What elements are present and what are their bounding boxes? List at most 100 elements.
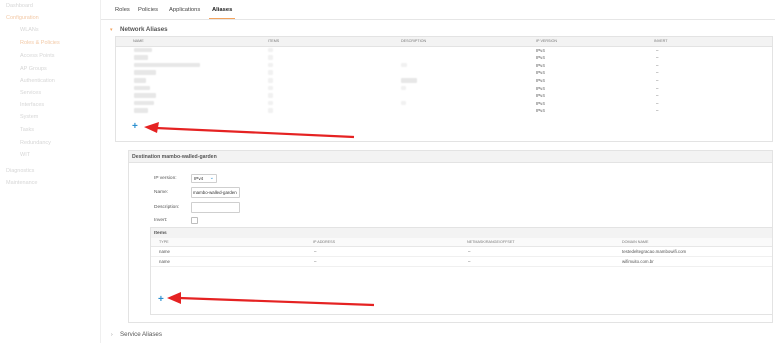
table-row[interactable]: IPv4 – (116, 99, 772, 107)
ip-version-cell: IPv4 (536, 62, 545, 68)
destination-details-panel: Destination mambo-walled-garden IP versi… (128, 150, 773, 323)
redacted-items (268, 100, 273, 106)
netmask-cell: – (468, 258, 471, 264)
table-row[interactable]: name – – wifimuito.com.br (151, 256, 772, 267)
column-header-name[interactable]: NAME (133, 39, 144, 43)
tab-roles[interactable]: Roles (115, 7, 130, 13)
items-table: Items TYPE IP ADDRESS NETMASK/RANGE/OFFS… (150, 227, 773, 315)
name-label: Name: (154, 190, 169, 195)
sidebar-item-tasks[interactable]: Tasks (20, 127, 34, 133)
redacted-items (268, 85, 273, 91)
invert-checkbox[interactable] (191, 217, 198, 224)
service-aliases-title[interactable]: Service Aliases (120, 331, 162, 338)
ip-cell: – (314, 258, 317, 264)
ip-version-cell: IPv4 (536, 85, 545, 91)
redacted-items (268, 70, 273, 76)
tab-aliases[interactable]: Aliases (212, 7, 232, 13)
type-cell: name (159, 248, 170, 254)
column-header-netmask[interactable]: NETMASK/RANGE/OFFSET (467, 240, 515, 244)
redacted-name (134, 100, 154, 106)
invert-cell: – (656, 108, 659, 114)
tabs-divider (101, 19, 775, 20)
sidebar-item-redundancy[interactable]: Redundancy (20, 140, 51, 146)
invert-cell: – (656, 70, 659, 76)
column-header-domain-name[interactable]: DOMAIN NAME (622, 240, 648, 244)
table-row[interactable]: IPv4 – (116, 76, 772, 84)
redacted-items (268, 47, 273, 53)
redacted-description (401, 77, 417, 83)
column-header-items[interactable]: ITEMS (268, 39, 279, 43)
redacted-items (268, 77, 273, 83)
tab-applications[interactable]: Applications (169, 7, 200, 13)
table-row[interactable]: IPv4 – (116, 92, 772, 100)
sidebar-item-configuration[interactable]: Configuration (6, 15, 39, 21)
table-row[interactable]: IPv4 – (116, 84, 772, 92)
invert-cell: – (656, 100, 659, 106)
expand-chevron-icon[interactable]: › (111, 332, 113, 338)
ip-version-cell: IPv4 (536, 47, 545, 53)
ip-version-value: IPv4 (194, 176, 204, 181)
invert-cell: – (656, 55, 659, 61)
table-row[interactable]: IPv4 – (116, 61, 772, 69)
redacted-description (401, 85, 406, 91)
redacted-name (134, 70, 156, 76)
redacted-name (134, 55, 148, 60)
sidebar-item-access-points[interactable]: Access Points (20, 53, 55, 59)
redacted-items (268, 62, 273, 68)
chevron-down-icon: ⌄ (209, 175, 214, 181)
column-header-ip-address[interactable]: IP ADDRESS (313, 240, 335, 244)
redacted-name (134, 108, 148, 114)
invert-cell: – (656, 62, 659, 68)
redacted-items (268, 93, 273, 98)
add-alias-button[interactable]: + (132, 122, 138, 132)
sidebar-item-services[interactable]: Services (20, 90, 41, 96)
sidebar-item-interfaces[interactable]: Interfaces (20, 102, 44, 108)
table-row[interactable]: IPv4 – (116, 54, 772, 62)
ip-version-cell: IPv4 (536, 108, 545, 114)
domain-cell: testedeltegracao.mambowifi.com (622, 248, 687, 254)
column-header-description[interactable]: DESCRIPTION (401, 39, 426, 43)
sidebar-item-ap-groups[interactable]: AP Groups (20, 66, 47, 72)
invert-cell: – (656, 93, 659, 99)
sidebar-item-authentication[interactable]: Authentication (20, 78, 55, 84)
sidebar-item-roles-policies[interactable]: Roles & Policies (20, 40, 60, 46)
ip-version-label: IP version: (154, 176, 177, 181)
collapse-chevron-icon[interactable]: ▾ (110, 27, 113, 33)
redacted-name (134, 62, 200, 68)
name-field[interactable]: mambo-walled-garden (191, 187, 240, 198)
network-aliases-title[interactable]: Network Aliases (120, 26, 168, 33)
invert-cell: – (656, 47, 659, 53)
table-row[interactable]: IPv4 – (116, 107, 772, 115)
invert-label: Invert: (154, 218, 168, 223)
sidebar-item-dashboard[interactable]: Dashboard (6, 3, 33, 9)
table-row[interactable]: IPv4 – (116, 46, 772, 54)
ip-version-select[interactable]: IPv4 ⌄ (191, 174, 217, 183)
network-aliases-table: NAME ITEMS DESCRIPTION IP VERSION INVERT… (115, 36, 773, 142)
column-header-ip-version[interactable]: IP VERSION (536, 39, 557, 43)
domain-cell: wifimuito.com.br (622, 258, 654, 264)
sidebar: Dashboard Configuration WLANs Roles & Po… (0, 0, 100, 343)
redacted-name (134, 77, 146, 83)
sidebar-item-maintenance[interactable]: Maintenance (6, 180, 38, 186)
tab-policies[interactable]: Policies (138, 7, 158, 13)
type-cell: name (159, 258, 170, 264)
invert-cell: – (656, 85, 659, 91)
sidebar-item-diagnostics[interactable]: Diagnostics (6, 168, 34, 174)
redacted-name (134, 47, 152, 53)
items-title: Items (154, 231, 167, 236)
column-header-invert[interactable]: INVERT (654, 39, 667, 43)
description-field[interactable] (191, 202, 240, 213)
redacted-description (401, 100, 406, 106)
ip-version-cell: IPv4 (536, 93, 545, 99)
sidebar-item-wit[interactable]: WIT (20, 152, 30, 158)
sidebar-item-wlans[interactable]: WLANs (20, 27, 39, 33)
sidebar-item-system[interactable]: System (20, 114, 38, 120)
redacted-description (401, 62, 407, 68)
invert-cell: – (656, 77, 659, 83)
netmask-cell: – (468, 248, 471, 254)
destination-panel-header: Destination mambo-walled-garden (129, 151, 772, 163)
ip-cell: – (314, 248, 317, 254)
add-item-button[interactable]: + (158, 295, 164, 305)
table-row[interactable]: IPv4 – (116, 69, 772, 77)
column-header-type[interactable]: TYPE (159, 240, 169, 244)
